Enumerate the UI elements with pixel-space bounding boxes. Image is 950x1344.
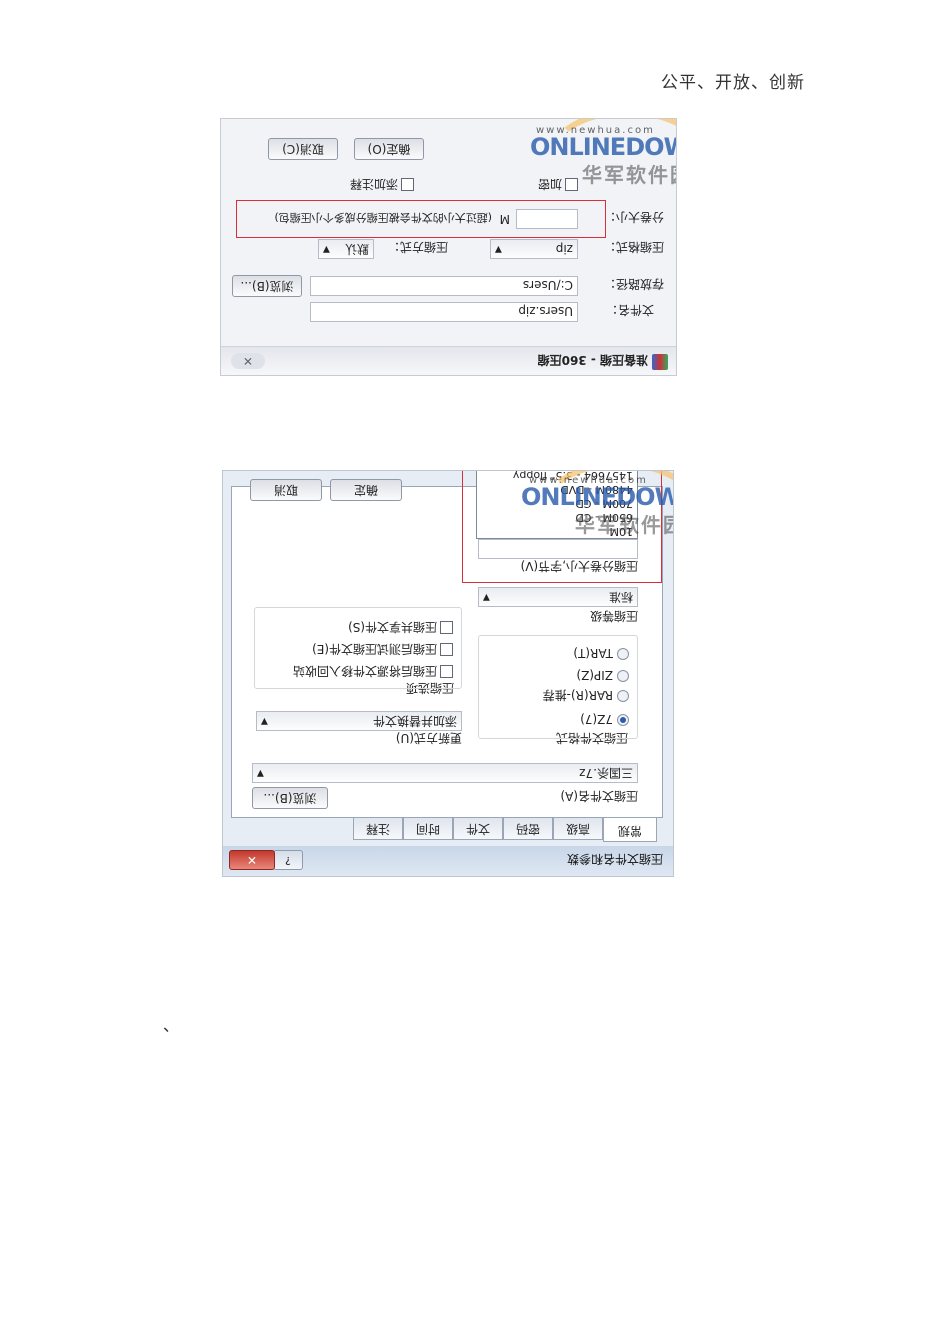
- chevron-down-icon: ▼: [495, 244, 502, 254]
- checkbox-icon: [565, 178, 578, 191]
- format-group: 7Z(7) RAR(R)-推荐 ZIP(Z) TAR(T): [478, 635, 638, 739]
- format-radio-tar[interactable]: TAR(T): [573, 646, 629, 660]
- encrypt-label: 加密: [537, 177, 562, 191]
- format-label: 压缩格式：: [603, 240, 664, 254]
- page-header-text: 公平、开放、创新: [661, 73, 805, 93]
- format-select-value: zip: [555, 242, 573, 256]
- cancel-button[interactable]: 取消(C): [268, 138, 338, 160]
- chevron-down-icon: ▼: [261, 716, 268, 726]
- method-select[interactable]: 默认 ▼: [318, 239, 374, 259]
- checkbox-icon: [440, 621, 453, 634]
- radio-icon: [617, 690, 629, 702]
- chevron-down-icon: ▼: [483, 592, 490, 602]
- format-7z-label: 7Z(7): [580, 712, 613, 726]
- update-mode-select[interactable]: 添加并替换文件 ▼: [256, 711, 462, 731]
- update-label: 更新方式(U): [395, 731, 462, 745]
- method-label: 压缩方式：: [387, 240, 448, 254]
- app-logo-icon: [652, 354, 668, 370]
- general-tab-panel: 压缩文件名(A) 浏览(B)... 三国杀.7z ▼ 压缩文件格式 7Z(7) …: [231, 471, 663, 818]
- checkbox-icon: [440, 643, 453, 656]
- dialog-title-bar: 准备压缩 - 360压缩 ✕: [221, 346, 676, 375]
- checkbox-icon: [440, 665, 453, 678]
- tab-comment[interactable]: 注释: [353, 818, 403, 840]
- tab-general[interactable]: 常规: [603, 818, 657, 842]
- format-tar-label: TAR(T): [573, 646, 613, 660]
- tab-time[interactable]: 时间: [403, 818, 453, 840]
- level-label: 压缩等级: [589, 609, 638, 623]
- level-select[interactable]: 标准 ▼: [478, 587, 638, 607]
- tab-password[interactable]: 密码: [503, 818, 553, 840]
- format-radio-rar[interactable]: RAR(R)-推荐: [543, 687, 629, 704]
- format-select[interactable]: zip ▼: [490, 239, 578, 259]
- tab-advanced[interactable]: 高级: [553, 818, 603, 840]
- option-test-checkbox[interactable]: 压缩后测试压缩文件(E): [312, 641, 453, 658]
- update-mode-value: 添加并替换文件: [372, 714, 457, 728]
- archive-params-flipped: 压缩文件名和参数 ? ✕ 常规 高级 密码 文件 时间 注释 压缩文件名(A) …: [223, 471, 673, 876]
- format-rar-label: RAR(R)-推荐: [542, 688, 613, 702]
- archive-name-value: 三国杀.7z: [579, 766, 633, 780]
- options-group: 压缩后将源文件移入回收站 压缩后测试压缩文件(E) 压缩共享文件(S): [254, 607, 462, 689]
- dialog-title: 压缩文件名和参数: [566, 852, 663, 866]
- option-test-label: 压缩后测试压缩文件(E): [312, 642, 437, 656]
- option-shared-label: 压缩共享文件(S): [348, 620, 437, 634]
- help-button[interactable]: ?: [273, 850, 303, 870]
- tab-files[interactable]: 文件: [453, 818, 503, 840]
- format-radio-7z[interactable]: 7Z(7): [580, 712, 629, 726]
- method-select-value: 默认: [344, 242, 369, 256]
- ok-button[interactable]: 确定(O): [354, 138, 424, 160]
- filename-label: 文件名：: [605, 303, 654, 317]
- checkbox-icon: [401, 178, 414, 191]
- stray-punctuation: 、: [163, 1016, 180, 1035]
- radio-selected-icon: [617, 714, 629, 726]
- filename-input[interactable]: Users.zip: [310, 302, 578, 322]
- ok-button[interactable]: 确定: [330, 479, 402, 501]
- close-button[interactable]: ✕: [231, 353, 265, 369]
- browse-button[interactable]: 浏览(B)...: [252, 787, 328, 809]
- archive-params-screenshot-2: 压缩文件名和参数 ? ✕ 常规 高级 密码 文件 时间 注释 压缩文件名(A) …: [222, 470, 674, 877]
- browse-button[interactable]: 浏览(B)...: [232, 275, 302, 297]
- dialog-title-bar: 压缩文件名和参数 ? ✕: [223, 846, 673, 876]
- encrypt-checkbox[interactable]: 加密: [538, 176, 578, 193]
- archive-name-combo[interactable]: 三国杀.7z ▼: [252, 763, 638, 783]
- comment-label: 添加注释: [349, 177, 398, 191]
- savepath-input[interactable]: C:/Users: [310, 276, 578, 296]
- format-zip-label: ZIP(Z): [576, 668, 613, 682]
- compress-dialog-flipped: 准备压缩 - 360压缩 ✕ 文件名： Users.zip 存放路径： C:/U…: [221, 119, 676, 375]
- chevron-down-icon: ▼: [257, 768, 264, 778]
- radio-icon: [617, 648, 629, 660]
- archive-name-label: 压缩文件名(A): [560, 789, 638, 803]
- close-button[interactable]: ✕: [229, 850, 275, 870]
- option-recycle-checkbox[interactable]: 压缩后将源文件移入回收站: [293, 663, 453, 680]
- dialog-title: 准备压缩 - 360压缩: [537, 353, 648, 367]
- chevron-down-icon: ▼: [323, 244, 330, 254]
- compress-dialog-screenshot-1: 准备压缩 - 360压缩 ✕ 文件名： Users.zip 存放路径： C:/U…: [220, 118, 677, 376]
- comment-checkbox[interactable]: 添加注释: [350, 176, 414, 193]
- option-recycle-label: 压缩后将源文件移入回收站: [292, 664, 437, 678]
- split-highlight-box: [236, 200, 606, 238]
- split-label: 分卷大小：: [603, 210, 664, 224]
- option-shared-checkbox[interactable]: 压缩共享文件(S): [348, 619, 453, 636]
- split-highlight-box: [462, 471, 662, 583]
- savepath-label: 存放路径：: [603, 277, 664, 291]
- cancel-button[interactable]: 取消: [250, 479, 322, 501]
- level-value: 标准: [608, 590, 633, 604]
- radio-icon: [617, 670, 629, 682]
- format-radio-zip[interactable]: ZIP(Z): [576, 668, 629, 682]
